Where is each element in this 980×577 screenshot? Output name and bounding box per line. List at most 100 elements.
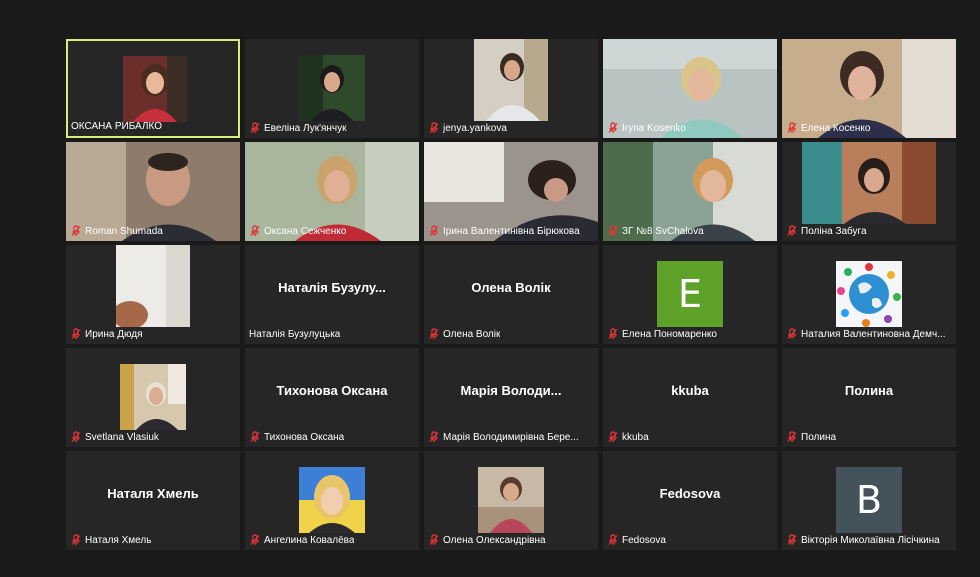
muted-mic-icon [250, 225, 260, 236]
muted-mic-icon [429, 225, 439, 236]
participant-tile[interactable]: Олена Волік Олена Волік [424, 245, 598, 344]
participant-photo [836, 261, 902, 327]
muted-mic-icon [250, 431, 260, 442]
avatar: E [657, 261, 723, 327]
participant-tile[interactable]: ОКСАНА РИБАЛКО [66, 39, 240, 138]
participant-label: jenya.yankova [428, 121, 594, 135]
participant-tile[interactable]: Fedosova Fedosova [603, 451, 777, 550]
participant-name: Наталя Хмель [85, 534, 152, 546]
participant-photo [478, 467, 544, 533]
participant-tile[interactable]: Елена Косенко [782, 39, 956, 138]
muted-mic-icon [71, 431, 81, 442]
participant-video [474, 39, 548, 121]
participant-label: Поліна Забуга [786, 224, 952, 238]
participant-tile[interactable]: ЗГ №8 SvChalova [603, 142, 777, 241]
participant-photo [299, 55, 365, 121]
muted-mic-icon [787, 225, 797, 236]
participant-tile[interactable]: B Вікторія Миколаївна Лісічкина [782, 451, 956, 550]
participant-tile[interactable]: Полина Полина [782, 348, 956, 447]
participant-label: Наталія Бузулуцька [249, 327, 415, 341]
participant-name: Тихонова Оксана [264, 431, 345, 443]
participant-label: Тихонова Оксана [249, 430, 415, 444]
muted-mic-icon [787, 122, 797, 133]
participant-label: Svetlana Vlasiuk [70, 430, 236, 444]
participant-label: Марія Володимирівна Бере... [428, 430, 594, 444]
muted-mic-icon [429, 431, 439, 442]
muted-mic-icon [787, 431, 797, 442]
participant-tile[interactable]: Ангелина Ковалёва [245, 451, 419, 550]
participant-tile[interactable]: Оксана Сежченко [245, 142, 419, 241]
participant-photo [299, 467, 365, 533]
participant-label: kkuba [607, 430, 773, 444]
participant-video [802, 142, 936, 224]
participant-name: Iryna Kosenko [622, 122, 686, 134]
participant-tile[interactable]: E Елена Пономаренко [603, 245, 777, 344]
participant-name: Полина [801, 431, 837, 443]
participant-display-name: Наталія Бузулу... [278, 279, 386, 295]
participant-name: kkuba [622, 431, 649, 443]
participant-tile[interactable]: Svetlana Vlasiuk [66, 348, 240, 447]
muted-mic-icon [429, 328, 439, 339]
participant-tile[interactable]: Ирина Дюдя [66, 245, 240, 344]
participant-name: Roman Shumada [85, 225, 163, 237]
participant-name: Ангелина Ковалёва [264, 534, 355, 546]
participant-tile[interactable]: Iryna Kosenko [603, 39, 777, 138]
participant-label: Наталия Валентиновна Демч... [786, 327, 952, 341]
participant-tile[interactable]: kkuba kkuba [603, 348, 777, 447]
participant-name: Поліна Забуга [801, 225, 867, 237]
participant-label: Полина [786, 430, 952, 444]
participant-tile[interactable]: Марія Володи... Марія Володимирівна Бере… [424, 348, 598, 447]
participant-tile[interactable]: Roman Shumada [66, 142, 240, 241]
participant-tile[interactable]: jenya.yankova [424, 39, 598, 138]
participant-display-name: kkuba [671, 382, 709, 398]
participant-name: Вікторія Миколаївна Лісічкина [801, 534, 940, 546]
participant-photo [120, 364, 186, 430]
participant-tile[interactable]: Евеліна Лук'янчук [245, 39, 419, 138]
participant-tile[interactable]: Наталя Хмель Наталя Хмель [66, 451, 240, 550]
participant-label: Ірина Валентинівна Бірюкова [428, 224, 594, 238]
participant-name: Елена Пономаренко [622, 328, 717, 340]
participant-name: Марія Володимирівна Бере... [443, 431, 579, 443]
participant-photo [123, 56, 187, 122]
participant-name: Олена Волік [443, 328, 501, 340]
muted-mic-icon [250, 534, 260, 545]
participant-name: ЗГ №8 SvChalova [622, 225, 704, 237]
participant-name: Наталія Бузулуцька [249, 328, 341, 340]
muted-mic-icon [608, 225, 618, 236]
muted-mic-icon [429, 534, 439, 545]
participant-tile[interactable]: Олена Олександрівна [424, 451, 598, 550]
avatar: B [836, 467, 902, 533]
participant-display-name: Олена Волік [471, 279, 551, 295]
participant-tile[interactable]: Тихонова Оксана Тихонова Оксана [245, 348, 419, 447]
participant-name: Ирина Дюдя [85, 328, 143, 340]
participant-tile[interactable]: Наталія Бузулу... Наталія Бузулуцька [245, 245, 419, 344]
participant-label: ОКСАНА РИБАЛКО [71, 119, 234, 133]
participant-tile[interactable]: Поліна Забуга [782, 142, 956, 241]
participant-tile[interactable]: Наталия Валентиновна Демч... [782, 245, 956, 344]
participant-label: Вікторія Миколаївна Лісічкина [786, 533, 952, 547]
participant-name: Елена Косенко [801, 122, 871, 134]
participant-tile[interactable]: Ірина Валентинівна Бірюкова [424, 142, 598, 241]
participant-label: Евеліна Лук'янчук [249, 121, 415, 135]
participant-display-name: Полина [844, 382, 894, 398]
participant-name: Ірина Валентинівна Бірюкова [443, 225, 580, 237]
muted-mic-icon [787, 328, 797, 339]
participant-name: Svetlana Vlasiuk [85, 431, 159, 443]
participant-label: Наталя Хмель [70, 533, 236, 547]
participant-label: Оксана Сежченко [249, 224, 415, 238]
muted-mic-icon [608, 328, 618, 339]
muted-mic-icon [71, 328, 81, 339]
participant-name: Евеліна Лук'янчук [264, 122, 347, 134]
participant-label: Fedosova [607, 533, 773, 547]
gallery-grid: ОКСАНА РИБАЛКО Евеліна Лук'янчук jenya.y… [66, 39, 956, 550]
participant-label: Елена Косенко [786, 121, 952, 135]
muted-mic-icon [71, 225, 81, 236]
participant-name: Оксана Сежченко [264, 225, 347, 237]
participant-label: Iryna Kosenko [607, 121, 773, 135]
participant-name: Олена Олександрівна [443, 534, 546, 546]
muted-mic-icon [787, 534, 797, 545]
participant-video [116, 245, 190, 327]
muted-mic-icon [250, 122, 260, 133]
participant-display-name: Наталя Хмель [107, 485, 199, 501]
muted-mic-icon [608, 122, 618, 133]
